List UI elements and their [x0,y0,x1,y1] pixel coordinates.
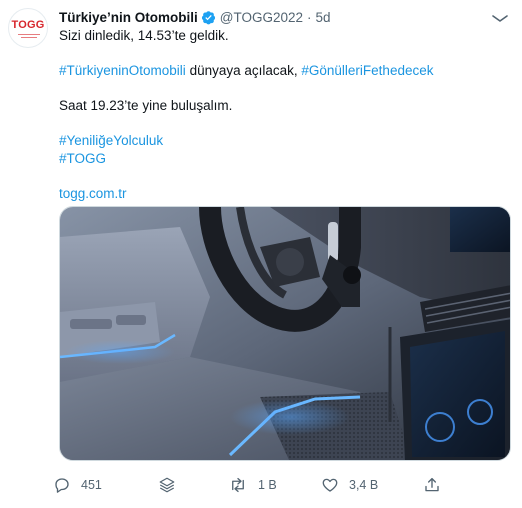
tweet-text-span: Sizi dinledik, 14.53’te geldik. [59,28,229,43]
logo-tagline-line [21,37,37,38]
tweet-text-line: #YeniliğeYolculuk [59,132,510,150]
retweet-button[interactable]: 1 B [228,476,277,494]
share-button[interactable] [423,476,441,494]
tweet[interactable]: TOGG Türkiye’nin Otomobili @TOGG2022 · 5… [0,0,522,508]
gif-icon [159,477,175,493]
hashtag-link[interactable]: #TOGG [59,151,106,166]
tweet-text-line: Saat 19.23’te yine buluşalım. [59,97,510,115]
tweet-text-line: Sizi dinledik, 14.53’te geldik. [59,27,510,45]
hashtag-link[interactable]: #YeniliğeYolculuk [59,133,163,148]
reply-button[interactable]: 451 [53,476,102,494]
reply-icon [55,478,69,493]
heart-icon [322,478,338,492]
share-icon [425,477,439,492]
like-button[interactable]: 3,4 B [321,476,378,494]
tweet-text-line: #TürkiyeninOtomobili dünyaya açılacak, #… [59,62,510,80]
reply-count: 451 [81,478,102,492]
tweet-text-span: dünyaya açılacak, [185,63,302,78]
logo-tagline-line [18,34,40,35]
retweet-icon [232,477,244,493]
like-count: 3,4 B [349,478,379,492]
url-link[interactable]: togg.com.tr [59,186,127,201]
tweet-text-span: Saat 19.23’te yine buluşalım. [59,98,233,113]
tweet-actions-bar: 451 1 B 3,4 B [53,476,453,500]
gif-button[interactable] [158,476,176,494]
tweet-text-line: #TOGG [59,150,510,168]
avatar[interactable]: TOGG [8,8,48,48]
car-interior-photo [60,207,510,460]
verified-badge-icon [201,10,215,24]
tweet-timestamp[interactable]: 5d [316,10,331,25]
tweet-header: Türkiye’nin Otomobili @TOGG2022 · 5d [59,8,510,26]
togg-logo: TOGG [11,19,45,31]
retweet-count: 1 B [258,478,277,492]
tweet-text-line: togg.com.tr [59,185,510,203]
hashtag-link[interactable]: #GönülleriFethedecek [301,63,433,78]
display-name[interactable]: Türkiye’nin Otomobili [59,10,198,25]
tweet-text: Sizi dinledik, 14.53’te geldik. #Türkiyen… [59,27,510,203]
separator-dot: · [307,9,312,25]
user-handle[interactable]: @TOGG2022 [220,10,303,25]
tweet-content: Türkiye’nin Otomobili @TOGG2022 · 5d Siz… [59,8,510,203]
more-options-icon[interactable] [490,12,510,24]
tweet-media-image[interactable] [59,206,511,461]
hashtag-link[interactable]: #TürkiyeninOtomobili [59,63,186,78]
